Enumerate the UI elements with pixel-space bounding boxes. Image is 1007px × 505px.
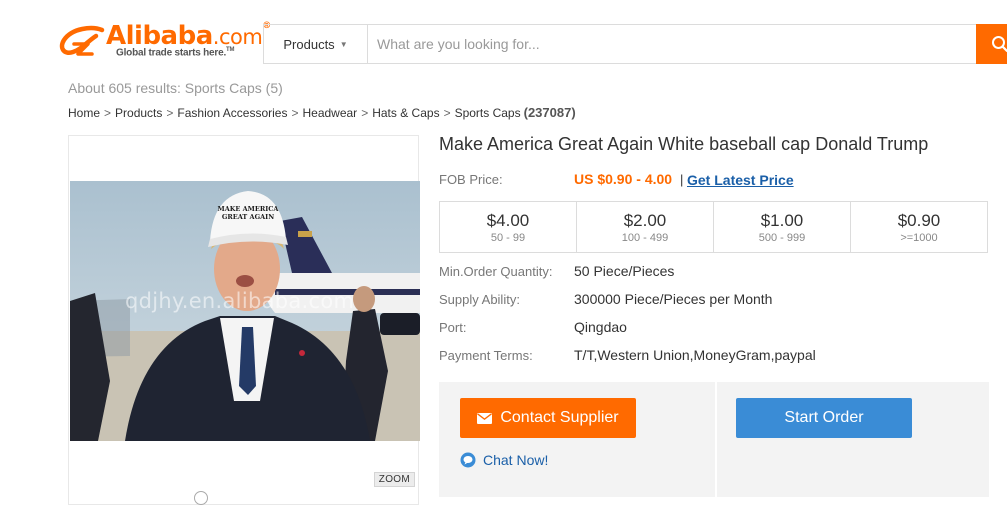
supply-ability-value: 300000 Piece/Pieces per Month [574, 291, 772, 307]
breadcrumb-fashion-accessories[interactable]: Fashion Accessories [177, 106, 287, 120]
breadcrumb-home[interactable]: Home [68, 106, 100, 120]
price-tier: $0.90 >=1000 [850, 202, 987, 252]
contact-supplier-label: Contact Supplier [500, 409, 618, 427]
price-tier: $1.00 500 - 999 [713, 202, 850, 252]
chat-now-label: Chat Now! [483, 452, 548, 468]
action-panel: Contact Supplier Start Order Chat Now! [439, 382, 989, 497]
tier-range: 50 - 99 [440, 231, 576, 245]
chat-now-link[interactable]: Chat Now! [460, 452, 548, 468]
breadcrumb: Home > Products > Fashion Accessories > Headwe… [68, 105, 576, 120]
payment-terms-value: T/T,Western Union,MoneyGram,paypal [574, 347, 816, 363]
breadcrumb-separator: > [361, 106, 368, 120]
search-category-dropdown[interactable]: Products ▼ [264, 25, 368, 63]
get-latest-price-link[interactable]: Get Latest Price [687, 172, 794, 188]
search-input[interactable] [377, 25, 967, 63]
start-order-button[interactable]: Start Order [736, 398, 912, 438]
alibaba-logo[interactable]: Alibaba.com® Global trade starts here.TM [58, 22, 254, 64]
logo-tagline: Global trade starts here.TM [116, 47, 234, 58]
breadcrumb-products[interactable]: Products [115, 106, 162, 120]
breadcrumb-sports-caps[interactable]: Sports Caps [455, 106, 521, 120]
search-icon [991, 35, 1007, 53]
price-tier: $2.00 100 - 499 [576, 202, 713, 252]
product-title: Make America Great Again White baseball … [439, 134, 928, 155]
svg-text:GREAT AGAIN: GREAT AGAIN [222, 213, 274, 221]
tier-price: $0.90 [851, 211, 987, 231]
search-button[interactable] [976, 24, 1007, 64]
top-header: Alibaba.com® Global trade starts here.TM… [0, 0, 1007, 84]
tier-price: $1.00 [714, 211, 850, 231]
tier-range: >=1000 [851, 231, 987, 245]
image-watermark: qdjhy.en.alibaba.com [125, 289, 354, 313]
port-label: Port: [439, 320, 466, 335]
tier-price: $2.00 [577, 211, 713, 231]
start-order-label: Start Order [784, 409, 863, 427]
breadcrumb-headwear[interactable]: Headwear [302, 106, 357, 120]
fob-divider: | [680, 172, 683, 187]
tier-price: $4.00 [440, 211, 576, 231]
product-image[interactable]: MAKE AMERICA GREAT AGAIN qdjhy.en.alibab… [70, 181, 420, 441]
min-order-label: Min.Order Quantity: [439, 264, 552, 279]
breadcrumb-separator: > [166, 106, 173, 120]
alibaba-swirl-icon [58, 24, 108, 58]
zoom-button[interactable]: ZOOM [374, 472, 415, 487]
action-divider [715, 382, 717, 497]
breadcrumb-hats-caps[interactable]: Hats & Caps [372, 106, 439, 120]
results-summary: About 605 results: Sports Caps (5) [68, 80, 283, 96]
thumbnail-icon[interactable] [194, 491, 208, 505]
price-tier: $4.00 50 - 99 [440, 202, 576, 252]
breadcrumb-separator: > [104, 106, 111, 120]
search-category-label: Products [283, 37, 334, 52]
breadcrumb-separator: > [444, 106, 451, 120]
search-bar: Products ▼ [263, 24, 1007, 64]
breadcrumb-count: (237087) [524, 105, 576, 120]
supply-ability-label: Supply Ability: [439, 292, 520, 307]
price-tiers: $4.00 50 - 99 $2.00 100 - 499 $1.00 500 … [439, 201, 988, 253]
product-gallery: MAKE AMERICA GREAT AGAIN qdjhy.en.alibab… [68, 135, 419, 505]
chevron-down-icon: ▼ [340, 40, 348, 49]
tier-range: 500 - 999 [714, 231, 850, 245]
min-order-value: 50 Piece/Pieces [574, 263, 674, 279]
tier-range: 100 - 499 [577, 231, 713, 245]
payment-terms-label: Payment Terms: [439, 348, 533, 363]
fob-price-label: FOB Price: [439, 172, 503, 187]
svg-text:MAKE AMERICA: MAKE AMERICA [218, 205, 280, 213]
breadcrumb-separator: > [291, 106, 298, 120]
port-value: Qingdao [574, 319, 627, 335]
chat-bubble-icon [460, 452, 476, 468]
fob-price-value: US $0.90 - 4.00 [574, 171, 672, 187]
contact-supplier-button[interactable]: Contact Supplier [460, 398, 636, 438]
mail-icon [477, 413, 492, 424]
